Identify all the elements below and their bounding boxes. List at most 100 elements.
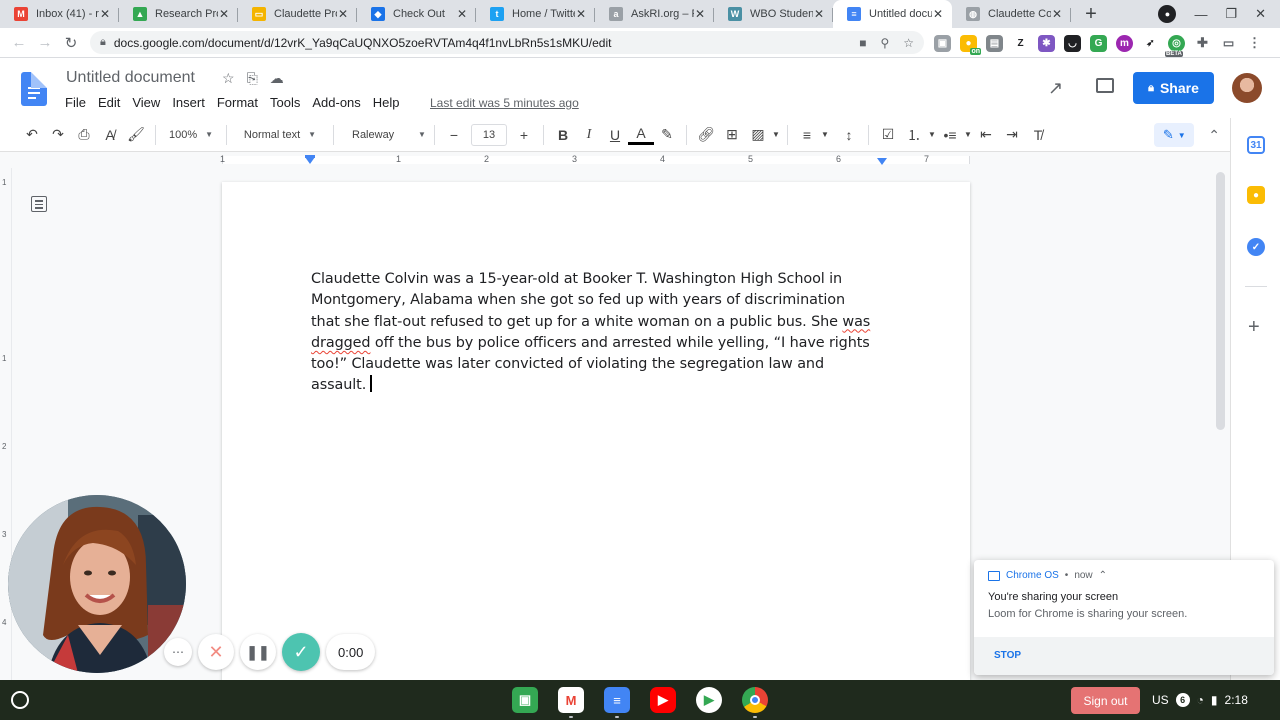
insert-link-icon[interactable]: 🔗︎ [693,123,719,147]
document-body[interactable]: Claudette Colvin was a 15-year-old at Bo… [311,269,891,397]
mask-extension-icon[interactable]: ◡ [1064,34,1081,52]
lock-icon[interactable]: 🔒︎ [100,36,106,49]
decrease-font-size-icon[interactable]: − [441,123,467,147]
keep-icon[interactable]: ● [1247,186,1265,204]
browser-tab[interactable]: W WBO Student |✕ [714,0,833,28]
minimize-icon[interactable]: — [1194,7,1207,22]
spellcheck-icon[interactable]: A̸ [97,123,123,147]
share-button[interactable]: 🔒︎ Share [1133,72,1214,104]
italic-icon[interactable]: I [576,123,602,147]
play-store-app-icon[interactable]: ▶ [696,687,722,713]
vertical-scrollbar[interactable] [1216,172,1225,430]
menu-item-file[interactable]: File [65,95,86,110]
print-icon[interactable]: ⎙ [71,123,97,147]
comment-history-icon[interactable] [1096,78,1114,93]
collapse-menus-icon[interactable]: ⌃ [1208,127,1220,144]
camera-icon[interactable]: ■ [859,36,866,50]
chevron-down-icon[interactable]: ▼ [927,123,937,147]
menu-item-format[interactable]: Format [217,95,258,110]
close-tab-icon[interactable]: ✕ [932,7,944,21]
spelling-suggestion[interactable]: was [842,314,870,330]
account-avatar[interactable] [1232,73,1262,103]
underline-icon[interactable]: U [602,123,628,147]
loom-cancel-button[interactable]: ✕ [198,634,234,670]
new-tab-button[interactable]: + [1077,0,1105,28]
more-menu-icon[interactable]: ⋮ [1246,34,1263,52]
add-comment-icon[interactable]: ⊞ [719,123,745,147]
loom-camera-bubble[interactable] [8,495,186,673]
chevron-up-icon[interactable]: ⌃ [1099,570,1107,581]
undo-icon[interactable]: ↶ [19,123,45,147]
close-tab-icon[interactable]: ✕ [456,7,468,21]
gmail-app-icon[interactable]: M [558,687,584,718]
cloud-status-icon[interactable]: ☁ [270,70,284,87]
browser-tab[interactable]: ▲ Research Proje✕ [119,0,238,28]
move-folder-icon[interactable]: ⎘ [247,70,258,87]
menu-item-add-ons[interactable]: Add-ons [312,95,360,110]
spelling-suggestion[interactable]: dragged [311,335,371,351]
loom-more-button[interactable]: ⋯ [164,638,192,666]
close-tab-icon[interactable]: ✕ [1051,7,1063,21]
browser-tab[interactable]: ≡ Untitled docum✕ [833,0,952,28]
insert-image-icon[interactable]: ▨ [745,123,771,147]
menu-item-insert[interactable]: Insert [172,95,205,110]
m-extension-icon[interactable]: m [1116,34,1133,52]
cast-icon[interactable]: ▭ [1220,34,1237,52]
status-tray[interactable]: US 6 ◔ ▮ 2:18 [1152,680,1248,720]
close-window-icon[interactable]: ✕ [1255,6,1266,22]
calendar-icon[interactable]: 31 [1247,136,1265,154]
bookmark-star-icon[interactable]: ☆ [903,36,914,50]
chevron-down-icon[interactable]: ▼ [771,123,781,147]
browser-tab[interactable]: a AskRI.org – Rh✕ [595,0,714,28]
loom-pause-button[interactable]: ❚❚ [240,634,276,670]
menu-item-tools[interactable]: Tools [270,95,300,110]
browser-tab[interactable]: ▭ Claudette Proje✕ [238,0,357,28]
profile-icon[interactable]: ● [1158,5,1177,23]
maximize-icon[interactable]: ❐ [1225,6,1237,22]
docs-app-icon[interactable]: ≡ [604,687,630,718]
stop-sharing-button[interactable]: STOP [994,650,1021,661]
menu-item-help[interactable]: Help [373,95,400,110]
beta-extension-icon[interactable]: ◎ BETA [1165,34,1185,57]
paint-format-icon[interactable]: 🖌︎ [123,123,149,147]
redo-icon[interactable]: ↷ [45,123,71,147]
decrease-indent-icon[interactable]: ⇤ [973,123,999,147]
extension-icon[interactable]: ▣ [934,34,951,52]
left-indent-marker[interactable] [305,157,315,164]
close-tab-icon[interactable]: ✕ [99,7,111,21]
menu-item-edit[interactable]: Edit [98,95,120,110]
sign-out-button[interactable]: Sign out [1071,687,1140,714]
chevron-down-icon[interactable]: ▼ [820,123,830,147]
chrome-app-icon[interactable] [742,687,768,718]
checklist-icon[interactable]: ☑ [875,123,901,147]
menu-item-view[interactable]: View [132,95,160,110]
align-icon[interactable]: ≡ [794,123,820,147]
color-extension-icon[interactable]: ✱ [1038,34,1055,52]
close-tab-icon[interactable]: ✕ [337,7,349,21]
font-size-input[interactable]: 13 [471,123,507,146]
screenshot-extension-icon[interactable]: ▤ [986,34,1003,52]
right-indent-marker[interactable] [877,158,887,165]
line-spacing-icon[interactable]: ↕ [836,123,862,147]
document-page[interactable]: Claudette Colvin was a 15-year-old at Bo… [222,182,970,680]
close-tab-icon[interactable]: ✕ [575,7,587,21]
puzzle-icon[interactable]: ✚ [1194,34,1211,52]
address-bar[interactable]: 🔒︎ docs.google.com/document/d/12vrK_Ya9q… [90,31,924,54]
forward-icon[interactable]: → [32,34,58,51]
browser-tab[interactable]: ◆ Check Out ✕ [357,0,476,28]
bold-icon[interactable]: B [550,123,576,147]
add-addon-icon[interactable]: + [1248,316,1260,339]
star-icon[interactable]: ☆ [222,70,235,87]
activity-trend-icon[interactable]: ↗ [1048,78,1063,99]
document-outline-icon[interactable] [31,196,47,212]
reload-icon[interactable]: ↻ [58,34,84,52]
youtube-app-icon[interactable]: ▶ [650,687,676,713]
document-title[interactable]: Untitled document [66,69,195,87]
clear-formatting-icon[interactable]: T̸ [1025,123,1051,147]
increase-font-size-icon[interactable]: + [511,123,537,147]
z-extension-icon[interactable]: Z [1012,34,1029,52]
numbered-list-icon[interactable]: ⒈ [901,123,927,147]
classroom-app-icon[interactable]: ▣ [512,687,538,713]
launcher-icon[interactable] [11,691,29,709]
style-select[interactable]: Normal text ▼ [233,123,327,147]
